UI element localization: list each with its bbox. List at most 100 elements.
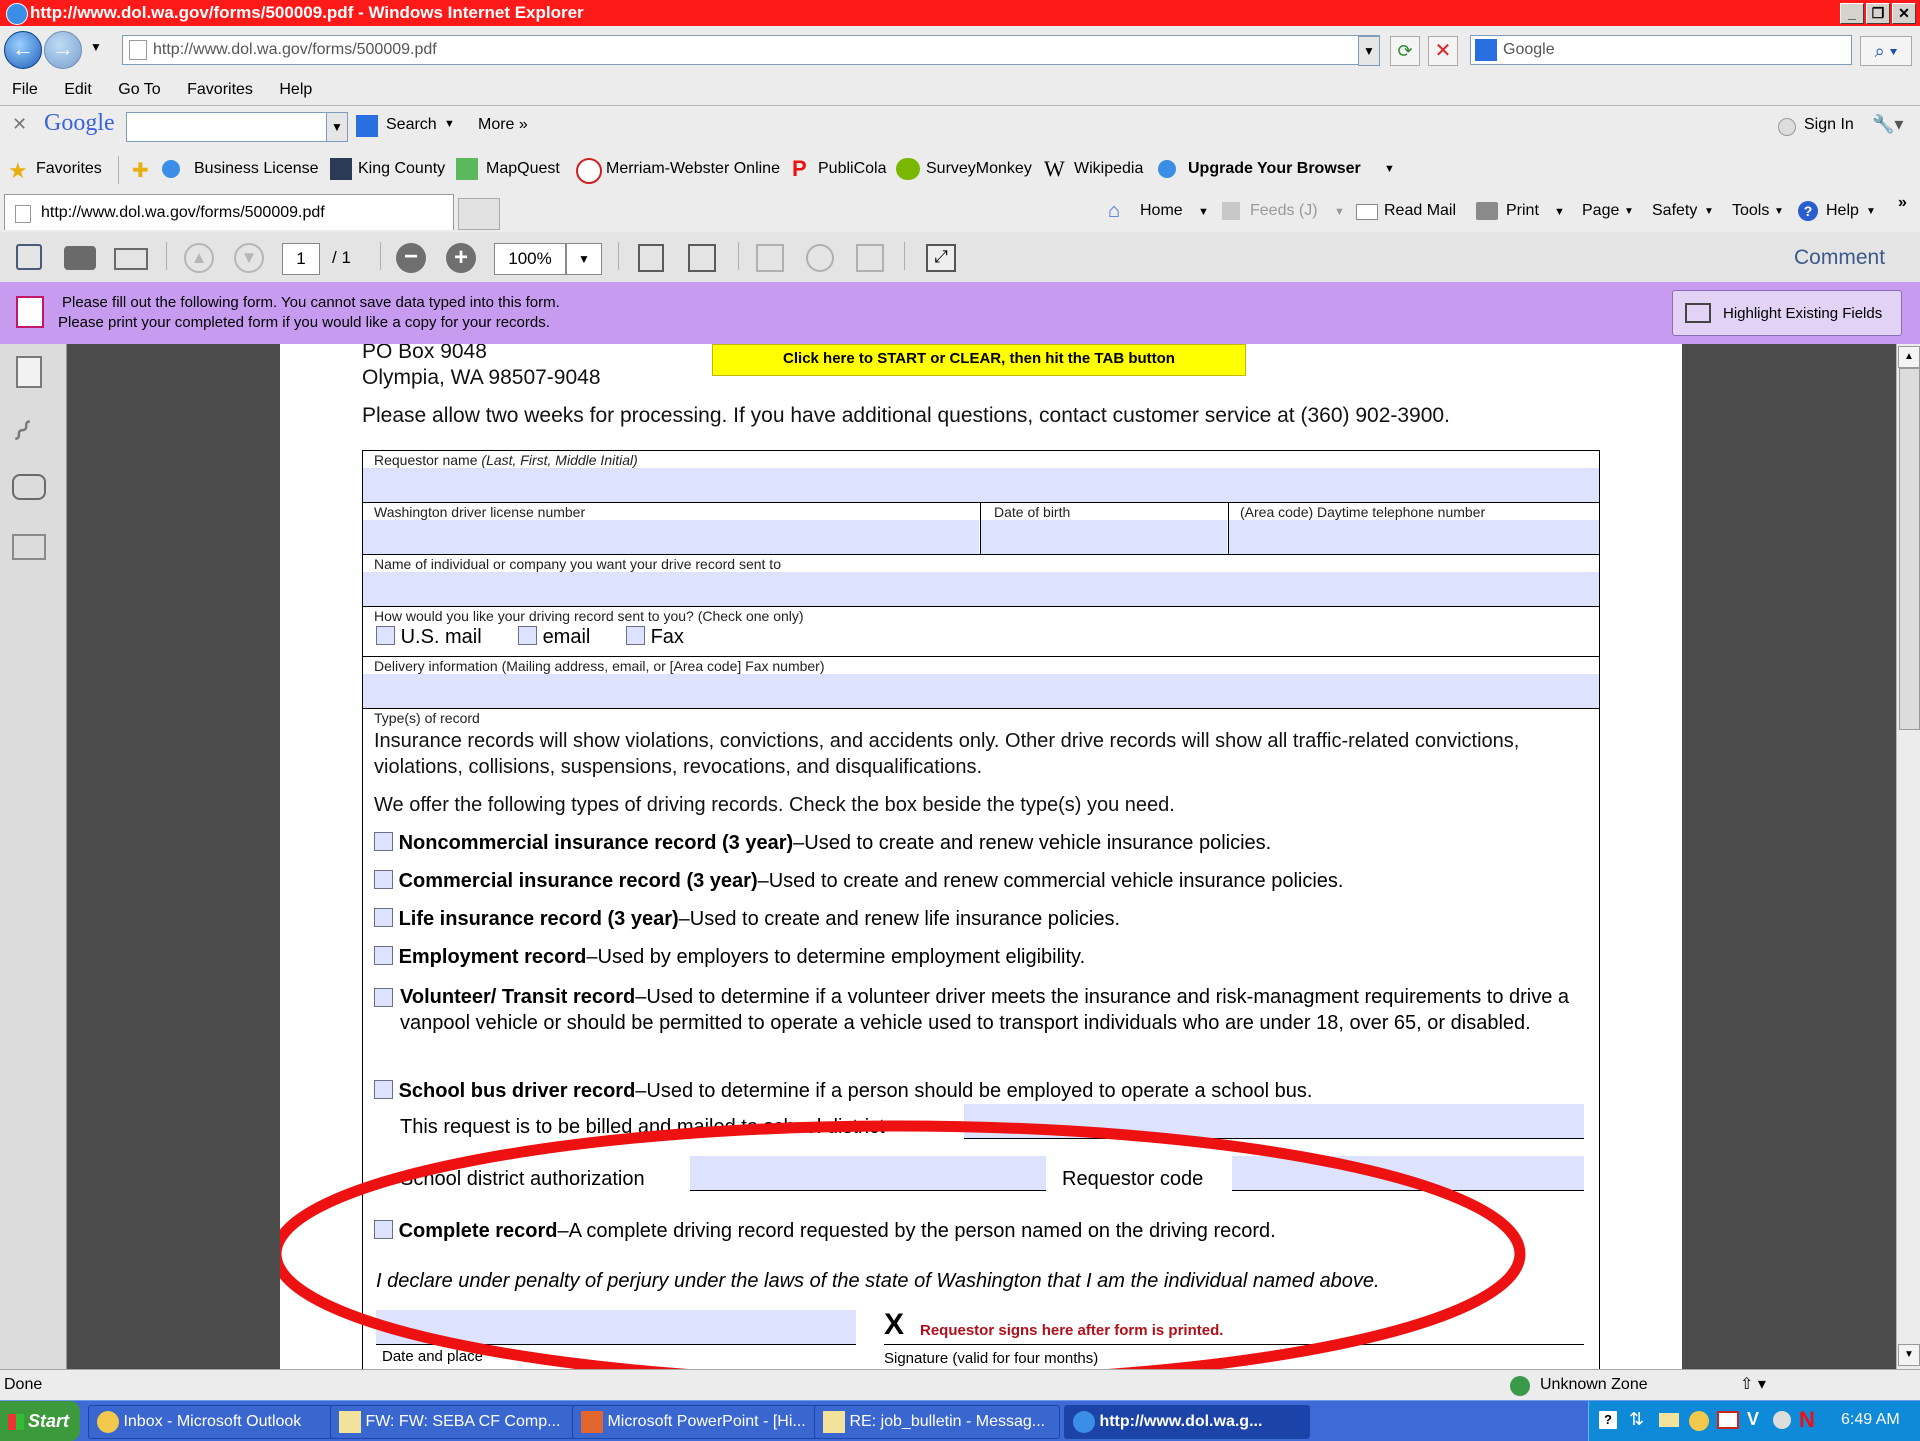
more-button[interactable]: More » bbox=[478, 116, 528, 134]
attach-icon[interactable] bbox=[806, 244, 834, 272]
feeds-button[interactable]: Feeds (J) bbox=[1250, 202, 1318, 220]
pages-icon[interactable] bbox=[16, 356, 42, 388]
google-search-button[interactable]: Search bbox=[386, 116, 437, 134]
zone-settings-icon[interactable]: ⇧ ▾ bbox=[1740, 1370, 1766, 1400]
home-icon[interactable]: ⌂ bbox=[1108, 200, 1120, 223]
favorites-bar: ★ Favorites ✚ Business License King Coun… bbox=[0, 146, 1920, 193]
back-button[interactable]: ← bbox=[4, 31, 42, 69]
tray-security-icon[interactable] bbox=[1689, 1411, 1709, 1431]
page-icon bbox=[129, 40, 147, 60]
sign-in-button[interactable]: Sign In bbox=[1804, 116, 1854, 134]
forward-button[interactable]: → bbox=[44, 31, 82, 69]
tray-network-icon[interactable]: ⇅ bbox=[1629, 1409, 1644, 1430]
close-toolbar-icon[interactable]: ✕ bbox=[12, 114, 27, 135]
stop-icon[interactable]: ✕ bbox=[1428, 36, 1458, 66]
fav-publicola[interactable]: PubliCola bbox=[818, 160, 886, 178]
signatures-icon[interactable] bbox=[12, 534, 46, 560]
home-button[interactable]: Home bbox=[1140, 202, 1183, 220]
menu-favorites[interactable]: Favorites bbox=[187, 81, 253, 98]
close-button[interactable]: ✕ bbox=[1892, 3, 1916, 24]
scroll-thumb[interactable] bbox=[1899, 368, 1920, 730]
vertical-scrollbar[interactable]: ▲ ▼ bbox=[1896, 344, 1920, 1369]
feeds-dropdown-icon[interactable]: ▼ bbox=[1334, 206, 1345, 218]
help-dropdown-icon[interactable]: ▼ bbox=[1866, 206, 1876, 217]
favorites-button[interactable]: Favorites bbox=[36, 160, 102, 178]
tray-antivirus-icon[interactable]: V bbox=[1747, 1409, 1759, 1430]
home-dropdown-icon[interactable]: ▼ bbox=[1198, 206, 1209, 218]
print-dropdown-icon[interactable]: ▼ bbox=[1554, 206, 1565, 218]
tools-dropdown-icon[interactable]: ▼ bbox=[1774, 206, 1784, 217]
expand-icon[interactable]: ⤢ bbox=[926, 244, 956, 272]
search-binoculars-icon[interactable] bbox=[12, 474, 46, 500]
fit-page-icon[interactable] bbox=[638, 244, 664, 272]
fav-merriam-webster[interactable]: Merriam-Webster Online bbox=[606, 160, 780, 178]
task-ie[interactable]: http://www.dol.wa.g... bbox=[1064, 1405, 1310, 1439]
recent-pages-dropdown-icon[interactable]: ▼ bbox=[90, 40, 102, 54]
restore-button[interactable]: ❐ bbox=[1866, 3, 1890, 24]
zoom-out-icon[interactable]: − bbox=[396, 243, 426, 273]
upgrade-dropdown-icon[interactable]: ▼ bbox=[1384, 163, 1395, 175]
search-icon[interactable]: ⌕ ▾ bbox=[1860, 36, 1912, 66]
zoom-input[interactable]: 100% bbox=[494, 243, 566, 275]
search-input[interactable]: Google bbox=[1470, 35, 1852, 65]
print-pdf-icon[interactable] bbox=[64, 246, 96, 270]
menu-file[interactable]: File bbox=[12, 81, 38, 98]
task-seba[interactable]: FW: FW: SEBA CF Comp... bbox=[330, 1405, 576, 1439]
address-dropdown-icon[interactable]: ▼ bbox=[1358, 36, 1380, 66]
menu-help[interactable]: Help bbox=[279, 81, 312, 98]
attachments-icon[interactable]: ⌇ bbox=[4, 413, 38, 449]
previous-page-icon[interactable]: ▲ bbox=[184, 243, 214, 273]
task-job-bulletin[interactable]: RE: job_bulletin - Messag... bbox=[814, 1405, 1060, 1439]
safety-dropdown-icon[interactable]: ▼ bbox=[1704, 206, 1714, 217]
timestamp-icon[interactable] bbox=[856, 244, 884, 272]
tray-help-icon[interactable]: ? bbox=[1599, 1411, 1617, 1429]
task-powerpoint[interactable]: Microsoft PowerPoint - [Hi... bbox=[572, 1405, 818, 1439]
comment-button[interactable]: Comment bbox=[1794, 246, 1885, 270]
help-menu[interactable]: Help bbox=[1826, 202, 1859, 220]
highlight-fields-button[interactable]: Highlight Existing Fields bbox=[1672, 290, 1902, 336]
page-number-input[interactable]: 1 bbox=[282, 243, 320, 275]
add-favorite-icon[interactable]: ✚ bbox=[132, 158, 149, 183]
tray-n-icon[interactable]: N bbox=[1799, 1407, 1815, 1433]
next-page-icon[interactable]: ▼ bbox=[234, 243, 264, 273]
scroll-up-icon[interactable]: ▲ bbox=[1898, 346, 1920, 368]
address-input[interactable]: http://www.dol.wa.gov/forms/500009.pdf bbox=[122, 35, 1380, 65]
search-dropdown-icon[interactable]: ▼ bbox=[444, 118, 455, 130]
google-search-input[interactable] bbox=[126, 112, 328, 142]
minimize-button[interactable]: _ bbox=[1840, 3, 1864, 24]
refresh-icon[interactable]: ⟳ bbox=[1390, 36, 1420, 66]
tab-current[interactable]: http://www.dol.wa.gov/forms/500009.pdf bbox=[4, 194, 454, 230]
chevron-more-icon[interactable]: » bbox=[1898, 194, 1907, 212]
fav-mapquest[interactable]: MapQuest bbox=[486, 160, 560, 178]
read-mail-button[interactable]: Read Mail bbox=[1384, 202, 1456, 220]
tools-menu[interactable]: Tools bbox=[1732, 202, 1769, 220]
tray-display-icon[interactable] bbox=[1717, 1411, 1739, 1429]
menu-edit[interactable]: Edit bbox=[64, 81, 92, 98]
fit-width-icon[interactable] bbox=[688, 244, 716, 272]
page-menu[interactable]: Page bbox=[1582, 202, 1619, 220]
start-button[interactable]: Start bbox=[0, 1401, 80, 1441]
scroll-down-icon[interactable]: ▼ bbox=[1898, 1344, 1920, 1366]
tray-mail-icon[interactable] bbox=[1659, 1413, 1679, 1427]
safety-menu[interactable]: Safety bbox=[1652, 202, 1697, 220]
fav-business-license[interactable]: Business License bbox=[194, 160, 319, 178]
email-icon[interactable] bbox=[114, 248, 148, 270]
fav-king-county[interactable]: King County bbox=[358, 160, 445, 178]
fav-upgrade-browser[interactable]: Upgrade Your Browser bbox=[1188, 160, 1361, 178]
zoom-in-icon[interactable]: + bbox=[446, 243, 476, 273]
form-notice-icon bbox=[16, 296, 44, 328]
sign-icon[interactable] bbox=[756, 244, 784, 272]
wrench-icon[interactable]: 🔧▾ bbox=[1872, 114, 1903, 135]
menu-go-to[interactable]: Go To bbox=[118, 81, 160, 98]
task-outlook[interactable]: Inbox - Microsoft Outlook bbox=[88, 1405, 334, 1439]
fav-surveymonkey[interactable]: SurveyMonkey bbox=[926, 160, 1032, 178]
zoom-dropdown-icon[interactable]: ▼ bbox=[566, 243, 602, 275]
google-search-dropdown-icon[interactable]: ▼ bbox=[326, 112, 348, 142]
page-dropdown-icon[interactable]: ▼ bbox=[1624, 206, 1634, 217]
tray-sync-icon[interactable] bbox=[1773, 1411, 1791, 1429]
save-icon[interactable] bbox=[16, 244, 42, 270]
tab-page-icon bbox=[15, 205, 31, 223]
fav-wikipedia[interactable]: Wikipedia bbox=[1074, 160, 1143, 178]
new-tab-button[interactable] bbox=[458, 198, 500, 230]
print-button[interactable]: Print bbox=[1506, 202, 1539, 220]
